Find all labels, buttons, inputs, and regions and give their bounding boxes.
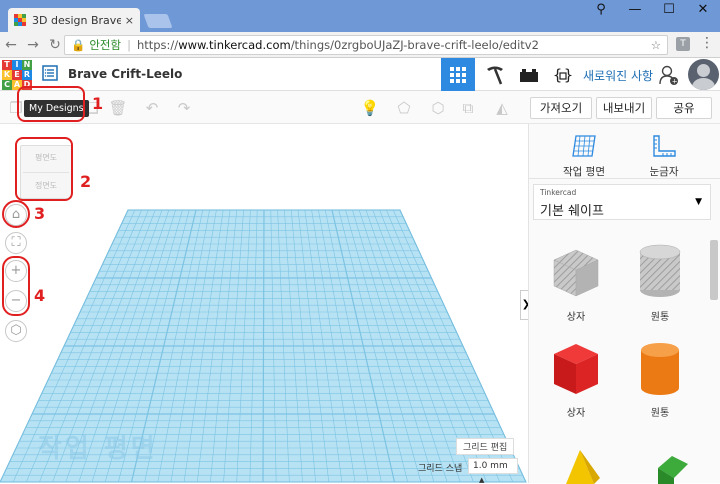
trash-icon[interactable]: 🗑 bbox=[108, 98, 128, 118]
workplane-icon bbox=[572, 135, 596, 157]
group-icon[interactable]: ⬠ bbox=[394, 98, 414, 118]
whats-new-link[interactable]: 새로워진 사항 bbox=[583, 67, 653, 84]
url-separator: | bbox=[127, 38, 131, 52]
app-header: T I N K E R C A D Brave Crift-Leelo {} 새… bbox=[0, 58, 720, 91]
lightbulb-icon[interactable]: 💡 bbox=[360, 98, 380, 118]
more-shapes-partial[interactable] bbox=[530, 444, 720, 484]
window-controls: ⚲ — ☐ ✕ bbox=[584, 0, 720, 22]
box-shape-icon bbox=[553, 249, 599, 297]
ruler-icon bbox=[653, 135, 676, 157]
add-user-icon[interactable]: + bbox=[658, 64, 680, 90]
snap-grid-label: 그리드 스냅 bbox=[418, 464, 463, 474]
annotation-number-3: 3 bbox=[34, 204, 46, 223]
project-title[interactable]: Brave Crift-Leelo bbox=[68, 67, 182, 81]
edit-grid-button[interactable]: 그리드 편집 bbox=[456, 438, 515, 455]
browser-tab[interactable]: 3D design Brave Crift-Le × bbox=[8, 8, 140, 32]
my-designs-list-icon[interactable] bbox=[40, 65, 60, 83]
reload-icon[interactable]: ↻ bbox=[44, 37, 66, 53]
address-bar-row: ← → ↻ 🔒 안전함 | https://www.tinkercad.com/… bbox=[0, 32, 720, 58]
svg-text:+: + bbox=[672, 78, 678, 86]
export-button[interactable]: 내보내기 bbox=[596, 97, 652, 119]
omnibox[interactable]: 🔒 안전함 | https://www.tinkercad.com/things… bbox=[64, 35, 668, 55]
fit-view-icon[interactable]: ⛶ bbox=[5, 232, 27, 254]
caret-up-icon: ▲ bbox=[479, 476, 485, 483]
share-button[interactable]: 공유 bbox=[656, 97, 712, 119]
maximize-button[interactable]: ☐ bbox=[652, 0, 686, 22]
snap-grid-select[interactable]: 1.0 mm ▲ bbox=[468, 458, 518, 483]
bricks-button[interactable] bbox=[512, 58, 546, 91]
ungroup-icon[interactable]: ⬡ bbox=[428, 98, 448, 118]
shape-label: 상자 bbox=[566, 312, 586, 323]
3d-view-button[interactable] bbox=[441, 58, 475, 91]
caret-down-icon: ▼ bbox=[695, 197, 702, 207]
shape-box-striped[interactable]: 상자 bbox=[536, 240, 616, 323]
shape-label: 원통 bbox=[650, 312, 670, 323]
ruler-tool-button[interactable]: 눈금자 bbox=[629, 134, 699, 179]
brick-icon bbox=[520, 68, 538, 82]
profile-icon[interactable]: ⚲ bbox=[584, 0, 618, 22]
svg-text:{: { bbox=[553, 66, 562, 84]
user-avatar[interactable] bbox=[688, 59, 719, 90]
svg-text:}: } bbox=[564, 66, 573, 84]
orange-cylinder-shape-icon bbox=[641, 343, 679, 395]
shape-cylinder-orange[interactable]: 원통 bbox=[620, 336, 700, 419]
security-label: 안전함 bbox=[89, 38, 122, 52]
shape-cylinder-striped[interactable]: 원통 bbox=[620, 240, 700, 323]
back-arrow-icon[interactable]: ← bbox=[0, 37, 22, 53]
tab-close-icon[interactable]: × bbox=[125, 14, 134, 27]
forward-arrow-icon[interactable]: → bbox=[22, 37, 44, 53]
annotation-box-3 bbox=[2, 200, 30, 228]
browser-menu-icon[interactable]: ⋮ bbox=[700, 35, 714, 51]
redo-icon[interactable]: ↷ bbox=[174, 98, 194, 118]
mirror-icon[interactable]: ◭ bbox=[492, 98, 512, 118]
import-button[interactable]: 가져오기 bbox=[530, 97, 592, 119]
panel-scrollbar[interactable] bbox=[710, 240, 718, 300]
shape-label: 원통 bbox=[650, 408, 670, 419]
shape-category-select[interactable]: Tinkercad 기본 쉐이프 ▼ bbox=[533, 184, 711, 220]
shape-box-red[interactable]: 상자 bbox=[536, 336, 616, 419]
align-icon[interactable]: ⧉ bbox=[458, 98, 478, 118]
category-name: 기본 쉐이프 bbox=[540, 204, 604, 219]
bookmark-star-icon[interactable]: ☆ bbox=[651, 38, 661, 52]
annotation-number-2: 2 bbox=[80, 172, 92, 191]
annotation-box-2 bbox=[15, 137, 73, 201]
new-tab-button[interactable] bbox=[143, 14, 173, 28]
undo-icon[interactable]: ↶ bbox=[142, 98, 162, 118]
minimize-button[interactable]: — bbox=[618, 0, 652, 22]
cylinder-shape-icon bbox=[639, 244, 681, 297]
browser-tab-bar: 3D design Brave Crift-Le × ⚲ — ☐ ✕ bbox=[0, 0, 720, 32]
url-text: https://www.tinkercad.com/things/0zrgboU… bbox=[136, 38, 539, 52]
edit-toolbar: ❐ ❏ 🗑 ↶ ↷ 💡 ⬠ ⬡ ⧉ ◭ 가져오기 내보내기 공유 bbox=[0, 91, 720, 124]
annotation-box-4 bbox=[2, 256, 30, 316]
pickaxe-icon bbox=[487, 66, 503, 84]
code-blocks-button[interactable]: {} bbox=[546, 58, 580, 91]
tinkercad-favicon-icon bbox=[14, 14, 26, 26]
annotation-box-1 bbox=[17, 86, 85, 122]
blocks-pickaxe-button[interactable] bbox=[478, 58, 512, 91]
shape-label: 상자 bbox=[566, 408, 586, 419]
close-window-button[interactable]: ✕ bbox=[686, 0, 720, 22]
lock-icon: 🔒 bbox=[71, 38, 86, 52]
code-braces-icon: {} bbox=[553, 66, 573, 84]
panel-divider bbox=[529, 178, 720, 179]
annotation-number-4: 4 bbox=[34, 286, 46, 305]
tab-title: 3D design Brave Crift-Le bbox=[32, 13, 121, 27]
ortho-view-icon[interactable]: ⬡ bbox=[5, 320, 27, 342]
extension-icon[interactable]: T bbox=[676, 37, 690, 51]
annotation-number-1: 1 bbox=[92, 94, 104, 113]
red-box-shape-icon bbox=[554, 344, 598, 394]
workplane-label: 작업 평면 bbox=[38, 434, 158, 464]
category-source: Tinkercad bbox=[540, 188, 577, 197]
shapes-panel: 작업 평면 눈금자 Tinkercad 기본 쉐이프 ▼ bbox=[528, 124, 720, 483]
grid-icon bbox=[450, 66, 466, 83]
workplane-tool-button[interactable]: 작업 평면 bbox=[549, 134, 619, 179]
